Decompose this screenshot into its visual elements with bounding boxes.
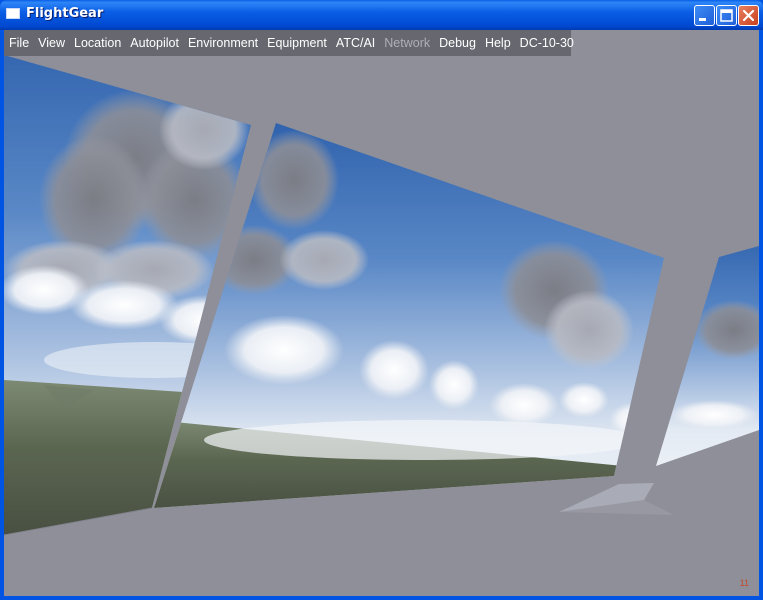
menu-file[interactable]: File: [9, 36, 29, 50]
menu-equipment[interactable]: Equipment: [267, 36, 327, 50]
window-icon: [6, 8, 20, 19]
menu-help[interactable]: Help: [485, 36, 511, 50]
flightgear-window: FlightGear File View Location Autopilot …: [0, 0, 763, 600]
menu-debug[interactable]: Debug: [439, 36, 476, 50]
menu-environment[interactable]: Environment: [188, 36, 258, 50]
menu-location[interactable]: Location: [74, 36, 121, 50]
simulator-viewport[interactable]: File View Location Autopilot Environment…: [4, 30, 759, 596]
minimize-icon: [699, 18, 706, 21]
menu-view[interactable]: View: [38, 36, 65, 50]
menu-network: Network: [384, 36, 431, 50]
close-button[interactable]: [738, 5, 759, 26]
menu-bar: File View Location Autopilot Environment…: [4, 30, 574, 56]
menu-autopilot[interactable]: Autopilot: [130, 36, 179, 50]
cockpit-scene: [4, 30, 759, 596]
menu-aircraft[interactable]: DC-10-30: [520, 36, 574, 50]
fps-counter: 11: [739, 578, 749, 588]
menu-atc-ai[interactable]: ATC/AI: [336, 36, 375, 50]
window-title: FlightGear: [26, 6, 104, 21]
close-icon: [742, 9, 755, 22]
title-bar[interactable]: FlightGear: [0, 0, 763, 30]
maximize-button[interactable]: [716, 5, 737, 26]
maximize-icon: [720, 9, 733, 22]
minimize-button[interactable]: [694, 5, 715, 26]
